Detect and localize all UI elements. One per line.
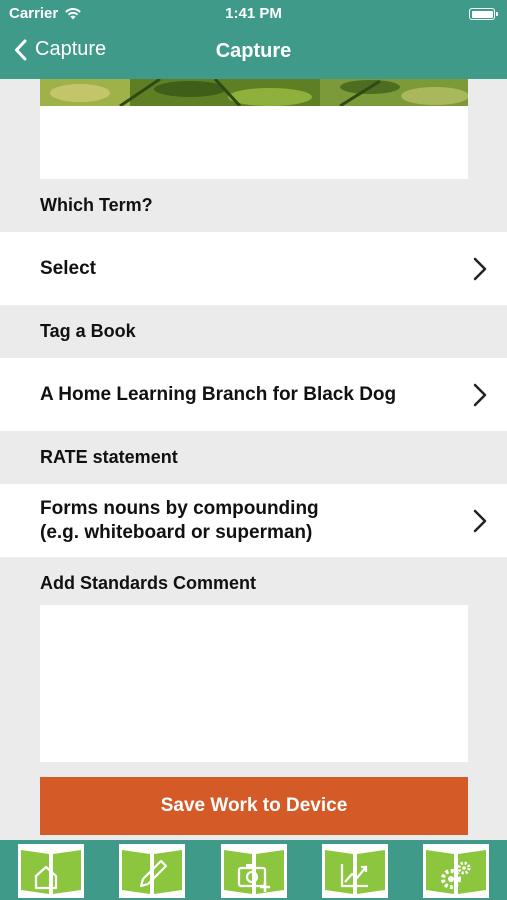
term-select-value: Select — [40, 257, 96, 279]
term-select-row[interactable]: Select — [0, 232, 507, 305]
header-bar: Carrier 1:41 PM Capture Capture — [0, 0, 507, 79]
settings-gears-icon — [423, 844, 489, 898]
page-title: Capture — [215, 40, 292, 62]
chevron-right-icon — [473, 509, 487, 532]
save-work-button[interactable]: Save Work to Device — [40, 777, 468, 835]
tab-home[interactable] — [18, 844, 84, 898]
tab-progress[interactable] — [321, 844, 388, 898]
status-time: 1:41 PM — [225, 5, 282, 22]
rate-value-line2: (e.g. whiteboard or superman) — [40, 521, 313, 543]
captured-photo — [40, 79, 468, 106]
chart-icon — [321, 844, 388, 898]
book-select-row[interactable]: A Home Learning Branch for Black Dog — [0, 358, 507, 431]
book-section-label: Tag a Book — [40, 321, 136, 341]
status-bar: Carrier 1:41 PM — [0, 0, 507, 28]
rate-value-line1: Forms nouns by compounding — [40, 497, 319, 519]
rate-section-label: RATE statement — [40, 447, 178, 467]
term-section-label: Which Term? — [40, 195, 153, 215]
tab-write[interactable] — [119, 844, 186, 898]
tab-settings[interactable] — [423, 844, 489, 898]
home-icon — [18, 844, 84, 898]
tab-bar — [0, 840, 507, 900]
pencil-icon — [119, 844, 186, 898]
chevron-right-icon — [473, 257, 487, 280]
rate-select-value: Forms nouns by compounding (e.g. whitebo… — [40, 497, 471, 545]
battery-icon — [469, 8, 498, 20]
photo-card-footer — [40, 106, 468, 179]
book-select-value: A Home Learning Branch for Black Dog — [40, 383, 397, 405]
rate-select-row[interactable]: Forms nouns by compounding (e.g. whitebo… — [0, 484, 507, 557]
standards-comment-input[interactable] — [40, 605, 468, 762]
comment-section-label: Add Standards Comment — [40, 573, 257, 593]
camera-add-icon — [220, 844, 287, 898]
chevron-right-icon — [473, 383, 487, 406]
tab-capture[interactable] — [220, 844, 287, 898]
